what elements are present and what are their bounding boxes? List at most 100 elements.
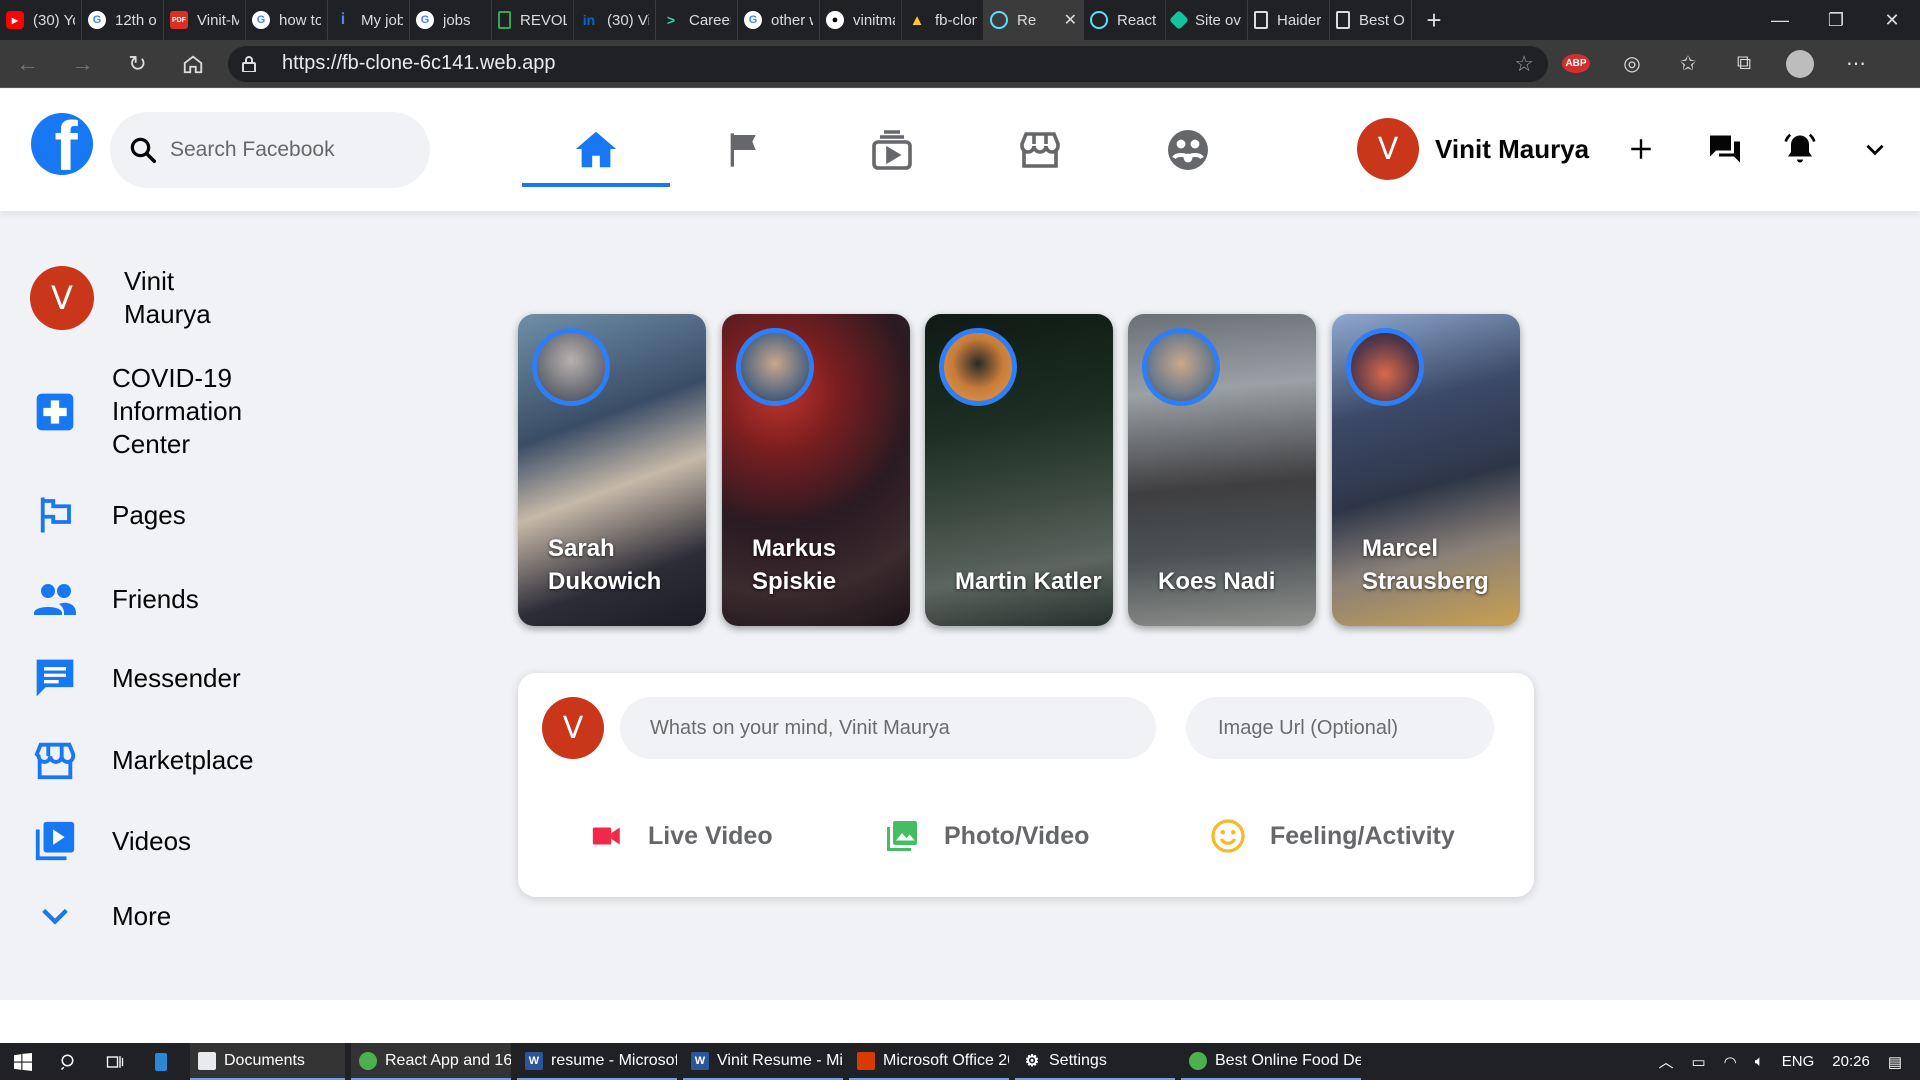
search-icon[interactable]	[46, 1043, 92, 1080]
browser-tab-active[interactable]: Re ✕	[984, 0, 1084, 40]
story-avatar	[1142, 328, 1220, 406]
home-page-icon[interactable]	[165, 40, 220, 88]
browser-tab[interactable]: ▶(30) You	[0, 0, 82, 40]
browser-tab[interactable]: Gjobs	[410, 0, 492, 40]
story-card[interactable]: Martin Katler	[925, 314, 1113, 626]
back-icon[interactable]: ←	[0, 40, 55, 88]
browser-tab[interactable]: ●vinitma	[820, 0, 902, 40]
react-icon	[990, 11, 1008, 29]
story-card[interactable]: Marcel Strausberg	[1332, 314, 1520, 626]
marketplace-icon[interactable]	[966, 89, 1114, 211]
avatar[interactable]: V	[542, 697, 604, 759]
restore-icon[interactable]: ❐	[1808, 0, 1864, 40]
browser-tab[interactable]: Gother w	[738, 0, 820, 40]
refresh-icon[interactable]: ↻	[110, 40, 165, 88]
taskbar-app[interactable]: W resume - Microsoft W...	[517, 1043, 677, 1080]
adblock-icon[interactable]: ABP	[1548, 40, 1604, 88]
sidebar-item-label: Marketplace	[112, 744, 254, 775]
sidebar-item-more[interactable]: More	[30, 899, 171, 933]
browser-tab[interactable]: > Career	[656, 0, 738, 40]
sidebar-item-label: COVID-19 Information Center	[112, 363, 243, 459]
feeling-activity-button[interactable]: Feeling/Activity	[1210, 813, 1455, 859]
browser-tab[interactable]: Haider	[1248, 0, 1330, 40]
extension-icon[interactable]: ◎	[1604, 40, 1660, 88]
search-bar[interactable]	[110, 112, 430, 188]
clock[interactable]: 20:26	[1832, 1053, 1870, 1070]
story-card[interactable]: Koes Nadi	[1128, 314, 1316, 626]
sidebar-item-messenger[interactable]: Messender	[30, 656, 241, 700]
google-icon: G	[252, 11, 270, 29]
avatar[interactable]: V	[1357, 118, 1419, 180]
story-card[interactable]: Markus Spiskie	[722, 314, 910, 626]
browser-address-bar: ← → ↻ https://fb-clone-6c141.web.app ☆ A…	[0, 40, 1920, 88]
browser-tab[interactable]: ▲ fb-clon	[902, 0, 984, 40]
home-icon[interactable]	[522, 89, 670, 211]
browser-tab[interactable]: G 12th ot	[82, 0, 164, 40]
story-name: Markus Spiskie	[752, 535, 837, 595]
taskbar-app[interactable]: ⚙ Settings	[1015, 1043, 1175, 1080]
browser-tab[interactable]: in(30) Vin	[574, 0, 656, 40]
notifications-icon[interactable]	[1762, 118, 1837, 180]
story-card[interactable]: Sarah Dukowich	[518, 314, 706, 626]
browser-tab[interactable]: Best On	[1330, 0, 1412, 40]
profile-icon[interactable]	[1772, 40, 1828, 88]
battery-icon[interactable]: ▭	[1691, 1053, 1705, 1071]
system-tray: ︿ ▭ ◠ 🔈︎ ENG 20:26 ▤	[1658, 1051, 1920, 1072]
header-user-name[interactable]: Vinit Maurya	[1435, 134, 1589, 165]
sidebar-item-marketplace[interactable]: Marketplace	[30, 737, 254, 783]
watch-icon[interactable]	[818, 89, 966, 211]
chevron-down-icon[interactable]	[1837, 118, 1912, 180]
sidebar-item-videos[interactable]: Videos	[30, 818, 191, 864]
volume-icon[interactable]: 🔈︎	[1755, 1053, 1764, 1070]
add-icon[interactable]	[1619, 118, 1663, 180]
close-tab-icon[interactable]: ✕	[1064, 10, 1077, 30]
more-options-icon[interactable]: ⋯	[1828, 40, 1884, 88]
sidebar-item-covid[interactable]: COVID-19 Information Center	[30, 362, 272, 461]
language-indicator[interactable]: ENG	[1782, 1053, 1815, 1070]
taskbar-app[interactable]: Microsoft Office 2010	[849, 1043, 1009, 1080]
page-icon	[1254, 11, 1268, 29]
post-text-input[interactable]	[620, 697, 1156, 759]
taskbar-app[interactable]: W Vinit Resume - Micros...	[683, 1043, 843, 1080]
react-icon	[1090, 11, 1108, 29]
search-icon	[130, 137, 156, 163]
story-avatar	[1346, 328, 1424, 406]
browser-tab[interactable]: PDF Vinit-M	[164, 0, 246, 40]
sidebar-item-pages[interactable]: Pages	[30, 494, 186, 536]
image-url-input[interactable]	[1186, 697, 1494, 759]
live-video-button[interactable]: Live Video	[590, 813, 773, 859]
browser-tab[interactable]: Site ove	[1166, 0, 1248, 40]
wifi-icon[interactable]: ◠	[1724, 1053, 1737, 1071]
lock-icon	[242, 55, 256, 72]
facebook-logo-icon[interactable]: f	[31, 113, 93, 175]
close-window-icon[interactable]: ✕	[1864, 0, 1920, 40]
option-label: Feeling/Activity	[1270, 821, 1455, 850]
browser-tab[interactable]: Ghow to	[246, 0, 328, 40]
taskbar-app[interactable]: Documents	[190, 1043, 345, 1080]
messenger-icon[interactable]	[1687, 118, 1762, 180]
avatar: V	[30, 266, 94, 330]
groups-icon[interactable]	[1114, 89, 1262, 211]
url-field[interactable]: https://fb-clone-6c141.web.app ☆	[228, 45, 1548, 82]
search-input[interactable]	[170, 138, 420, 162]
pinned-app-icon[interactable]	[138, 1043, 184, 1080]
collections-icon[interactable]: ⧉	[1716, 40, 1772, 88]
task-view-icon[interactable]	[92, 1043, 138, 1080]
notification-center-icon[interactable]: ▤	[1888, 1053, 1902, 1071]
new-tab-button[interactable]: +	[1412, 0, 1456, 40]
browser-tab[interactable]: iMy job:	[328, 0, 410, 40]
browser-tab[interactable]: React A	[1084, 0, 1166, 40]
browser-tab[interactable]: REVOLU	[492, 0, 574, 40]
taskbar-app[interactable]: Best Online Food Deli...	[1181, 1043, 1361, 1080]
favorite-star-icon[interactable]: ☆	[1514, 51, 1534, 77]
taskbar-app[interactable]: React App and 16 mo...	[351, 1043, 511, 1080]
minimize-icon[interactable]: —	[1752, 0, 1808, 40]
sidebar-profile[interactable]: V Vinit Maurya	[30, 265, 234, 331]
forward-icon[interactable]: →	[55, 40, 110, 88]
chevron-up-icon[interactable]: ︿	[1658, 1051, 1673, 1072]
photo-video-button[interactable]: Photo/Video	[884, 813, 1089, 859]
flag-icon[interactable]	[670, 89, 818, 211]
windows-start-icon[interactable]	[0, 1043, 46, 1080]
favorites-icon[interactable]: ✩	[1660, 40, 1716, 88]
sidebar-item-friends[interactable]: Friends	[30, 575, 199, 623]
